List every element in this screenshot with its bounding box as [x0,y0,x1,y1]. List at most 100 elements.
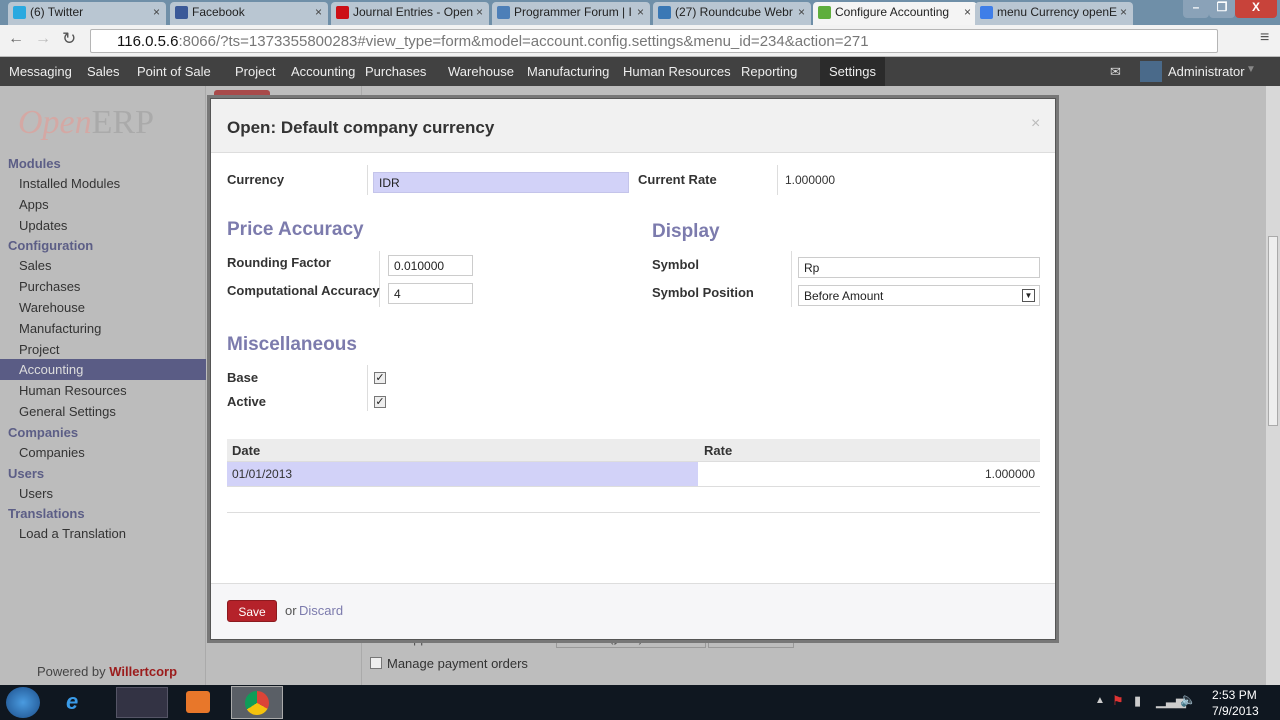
address-bar[interactable]: 116.0.5.6:8066/?ts=1373355800283#view_ty… [90,29,1218,53]
bg-checkbox-label: Manage payment orders [387,656,528,671]
maximize-button[interactable]: ❐ [1209,0,1235,18]
sidebar-item-human-resources[interactable]: Human Resources [0,380,206,401]
col-rate[interactable]: Rate [704,443,732,458]
sidebar-item-updates[interactable]: Updates [0,215,206,236]
menu-settings[interactable]: Settings [820,57,885,86]
close-tab-icon[interactable]: × [964,5,971,19]
sidebar-item-sales[interactable]: Sales [0,255,206,276]
url-path: :8066/?ts=1373355800283#view_type=form&m… [178,33,869,50]
sidebar-item-installed-modules[interactable]: Installed Modules [0,173,206,194]
clock-date[interactable]: 7/9/2013 [1212,704,1259,718]
mail-icon[interactable]: ✉ [1110,64,1121,80]
current-rate-label: Current Rate [638,172,717,187]
menu-icon[interactable]: ≡ [1260,29,1269,47]
browser-tab[interactable]: Facebook × [170,2,328,25]
menu-messaging[interactable]: Messaging [0,57,81,86]
table-row[interactable]: 01/01/2013 1.000000 [227,462,1040,487]
sidebar: OpenERP Powered by Willertcorp Modules In… [0,86,206,685]
dialog-header: Open: Default company currency × [211,99,1055,153]
symbol-position-label: Symbol Position [652,285,754,300]
tab-label: Journal Entries - Open [353,5,474,19]
comp-accuracy-field[interactable]: 4 [388,283,473,304]
sidebar-item-accounting[interactable]: Accounting [0,359,206,381]
media-player-icon[interactable] [186,691,210,713]
dialog-title: Open: Default company currency [227,118,495,137]
browser-tab[interactable]: menu Currency openE × [975,2,1133,25]
browser-tab[interactable]: (27) Roundcube Webr × [653,2,811,25]
menu-accounting[interactable]: Accounting [282,57,364,86]
or-text: or [285,603,297,618]
close-window-button[interactable]: X [1235,0,1277,18]
back-icon[interactable]: ← [8,30,24,48]
ie-icon[interactable]: e [66,689,78,715]
sidebar-item-warehouse[interactable]: Warehouse [0,297,206,318]
minimize-button[interactable]: – [1183,0,1209,18]
rates-table: Date Rate 01/01/2013 1.000000 [227,439,1040,487]
sidebar-section-title: Translations [8,506,85,522]
tray-arrow-icon[interactable]: ▲ [1095,695,1105,706]
sidebar-section-title: Modules [8,156,61,171]
menu-human-resources[interactable]: Human Resources [614,57,740,86]
base-checkbox[interactable]: ✓ [374,372,386,384]
page-scrollbar[interactable] [1266,86,1280,685]
close-tab-icon[interactable]: × [476,5,483,19]
favicon-icon [980,6,993,19]
active-label: Active [227,394,267,409]
browser-tab-strip: (6) Twitter × Facebook × Journal Entries - O… [0,0,1280,25]
volume-icon[interactable]: 🔈 [1180,692,1196,708]
explorer-icon[interactable] [116,687,168,718]
user-menu[interactable]: Administrator [1168,64,1245,79]
start-button[interactable] [6,687,40,718]
sidebar-item-project[interactable]: Project [0,339,206,360]
sidebar-item-users[interactable]: Users [0,483,206,504]
sidebar-item-apps[interactable]: Apps [0,194,206,215]
close-icon[interactable]: × [1031,115,1040,133]
power-icon[interactable]: ▮ [1134,693,1141,709]
menu-purchases[interactable]: Purchases [356,57,435,86]
menu-manufacturing[interactable]: Manufacturing [518,57,618,86]
menu-warehouse[interactable]: Warehouse [439,57,523,86]
rounding-factor-field[interactable]: 0.010000 [388,255,473,276]
chevron-down-icon: ▼ [1246,64,1256,75]
close-tab-icon[interactable]: × [153,5,160,19]
manage-payment-checkbox [370,657,382,669]
symbol-label: Symbol [652,257,699,272]
forward-icon[interactable]: → [35,30,51,48]
clock-time[interactable]: 2:53 PM [1212,688,1257,702]
avatar [1140,61,1162,82]
symbol-position-select[interactable]: Before Amount ▼ [798,285,1040,306]
currency-dialog: Open: Default company currency × Currenc… [210,98,1056,640]
cell-date: 01/01/2013 [227,462,698,486]
favicon-icon [497,6,510,19]
col-date[interactable]: Date [232,443,260,458]
menu-reporting[interactable]: Reporting [732,57,806,86]
currency-field[interactable]: IDR [373,172,629,193]
browser-tab[interactable]: (6) Twitter × [8,2,166,25]
sidebar-item-companies[interactable]: Companies [0,442,206,463]
browser-tab[interactable]: Programmer Forum | I × [492,2,650,25]
favicon-icon [13,6,26,19]
close-tab-icon[interactable]: × [1120,5,1127,19]
close-tab-icon[interactable]: × [798,5,805,19]
chrome-taskbar-button[interactable] [231,686,283,719]
menu-sales[interactable]: Sales [78,57,129,86]
sidebar-item-load-a-translation[interactable]: Load a Translation [0,523,206,544]
sidebar-item-general-settings[interactable]: General Settings [0,401,206,422]
close-tab-icon[interactable]: × [637,5,644,19]
tab-label: Programmer Forum | I [514,5,632,19]
price-accuracy-heading: Price Accuracy [227,219,364,240]
close-tab-icon[interactable]: × [315,5,322,19]
save-button[interactable]: Save [227,600,277,622]
sidebar-item-purchases[interactable]: Purchases [0,276,206,297]
browser-tab[interactable]: Journal Entries - Open × [331,2,489,25]
sidebar-item-manufacturing[interactable]: Manufacturing [0,318,206,339]
discard-link[interactable]: Discard [299,603,343,618]
menu-point-of-sale[interactable]: Point of Sale [128,57,220,86]
reload-icon[interactable]: ↻ [62,29,76,49]
menu-project[interactable]: Project [226,57,284,86]
symbol-field[interactable]: Rp [798,257,1040,278]
active-checkbox[interactable]: ✓ [374,396,386,408]
misc-heading: Miscellaneous [227,334,357,355]
action-center-icon[interactable]: ⚑ [1112,693,1124,709]
browser-tab[interactable]: Configure Accounting × [813,2,977,25]
